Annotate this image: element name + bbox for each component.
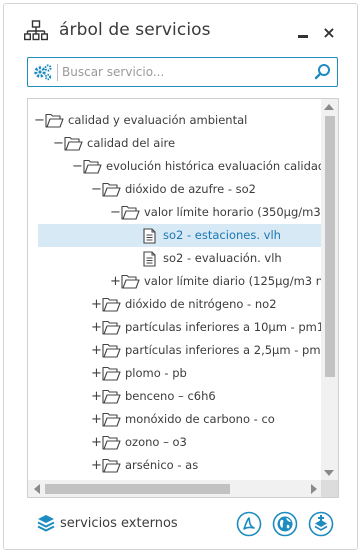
panel-header: árbol de servicios × — [4, 4, 357, 56]
expand-icon[interactable]: + — [110, 270, 121, 293]
tree-item-folder[interactable]: − evolución histórica evaluación calidad … — [28, 155, 322, 178]
tree-item-label: monóxido de carbono - co — [125, 412, 275, 426]
tree-item-label: so2 - evaluación. vlh — [163, 251, 282, 265]
tree-item-folder[interactable]: − calidad del aire — [28, 132, 322, 155]
scroll-left-arrow-icon[interactable] — [34, 484, 40, 494]
expand-icon[interactable]: + — [91, 454, 102, 477]
tree-item-label: partículas inferiores a 2,5µm - pm2.5 — [125, 343, 322, 357]
services-tree-panel: árbol de servicios × −calidad y evaluaci… — [3, 3, 358, 550]
collapse-icon[interactable]: − — [34, 109, 45, 132]
tree-item-label: ozono – o3 — [125, 435, 187, 449]
layers-icon — [37, 515, 55, 532]
tree-item-label: benceno – c6h6 — [125, 389, 216, 403]
expand-icon[interactable]: + — [91, 431, 102, 454]
tree-item-folder[interactable]: − calidad y evaluación ambiental — [28, 109, 322, 132]
collapse-icon[interactable]: − — [110, 201, 121, 224]
minimize-button[interactable] — [297, 28, 309, 40]
tree-item-folder[interactable]: + benceno – c6h6 — [28, 385, 322, 408]
horizontal-scroll-thumb[interactable] — [45, 484, 230, 494]
folder-open-icon — [102, 458, 121, 481]
panel-footer: servicios externos — [4, 504, 357, 549]
panel-title: árbol de servicios — [59, 20, 211, 40]
scroll-down-arrow-icon[interactable] — [324, 470, 334, 476]
tree-item-label: calidad del aire — [87, 136, 176, 150]
search-input[interactable] — [62, 62, 302, 82]
globe-icon[interactable] — [272, 511, 298, 537]
settings-gears-icon[interactable] — [33, 63, 53, 81]
search-icon[interactable] — [314, 63, 332, 81]
search-box — [27, 57, 338, 87]
tree-viewport: − calidad y evaluación ambiental − calidad … — [28, 99, 322, 481]
vertical-scroll-thumb[interactable] — [325, 116, 335, 377]
tree-item-label: partículas inferiores a 10µm - pm10 — [125, 320, 322, 334]
close-button[interactable]: × — [322, 25, 336, 41]
tree-item-service[interactable]: so2 - evaluación. vlh — [28, 247, 322, 270]
scrollbar-corner — [321, 480, 338, 497]
tree-item-folder[interactable]: + arsénico - as — [28, 454, 322, 477]
add-layer-icon[interactable] — [308, 511, 334, 537]
external-services-link[interactable]: servicios externos — [60, 516, 178, 531]
scroll-right-arrow-icon[interactable] — [311, 484, 317, 494]
expand-icon[interactable]: + — [91, 316, 102, 339]
tree-item-label: so2 - estaciones. vlh — [163, 228, 281, 242]
tree-item-label: dióxido de nitrógeno - no2 — [125, 297, 277, 311]
search-separator — [57, 64, 58, 81]
collapse-icon[interactable]: − — [53, 132, 64, 155]
tree-item-folder[interactable]: − dióxido de azufre - so2 — [28, 178, 322, 201]
expand-icon[interactable]: + — [91, 339, 102, 362]
tree-item-folder[interactable]: + valor límite diario (125µg/m3 no rebasa… — [28, 270, 322, 293]
tree-item-folder[interactable]: + plomo - pb — [28, 362, 322, 385]
tree-item-service[interactable]: so2 - estaciones. vlh — [28, 224, 322, 247]
tree-item-folder[interactable]: + partículas inferiores a 10µm - pm10 — [28, 316, 322, 339]
tree-item-label: evolución histórica evaluación calidad d… — [106, 159, 322, 173]
tree-item-folder[interactable]: + dióxido de nitrógeno - no2 — [28, 293, 322, 316]
expand-icon[interactable]: + — [91, 293, 102, 316]
service-tree: − calidad y evaluación ambiental − calidad … — [27, 98, 339, 498]
tree-item-label: dióxido de azufre - so2 — [125, 182, 256, 196]
tree-item-label: valor límite horario (350µg/m3 no supera… — [144, 205, 322, 219]
scroll-up-arrow-icon[interactable] — [324, 104, 334, 110]
collapse-icon[interactable]: − — [91, 178, 102, 201]
tree-item-label: calidad y evaluación ambiental — [68, 113, 248, 127]
tree-item-folder[interactable]: + ozono – o3 — [28, 431, 322, 454]
tree-item-label: arsénico - as — [125, 458, 199, 472]
tree-item-label: valor límite diario (125µg/m3 no rebasab… — [144, 274, 322, 288]
expand-icon[interactable]: + — [91, 408, 102, 431]
tree-item-folder[interactable]: − valor límite horario (350µg/m3 no super… — [28, 201, 322, 224]
hierarchy-icon — [24, 20, 48, 41]
expand-icon[interactable]: + — [91, 362, 102, 385]
collapse-icon[interactable]: − — [72, 155, 83, 178]
horizontal-scrollbar[interactable] — [28, 480, 322, 497]
tree-item-folder[interactable]: + partículas inferiores a 2,5µm - pm2.5 — [28, 339, 322, 362]
pdf-icon[interactable] — [236, 511, 262, 537]
expand-icon[interactable]: + — [91, 385, 102, 408]
tree-item-folder[interactable]: + monóxido de carbono - co — [28, 408, 322, 431]
tree-item-label: plomo - pb — [125, 366, 187, 380]
vertical-scrollbar[interactable] — [321, 99, 338, 481]
